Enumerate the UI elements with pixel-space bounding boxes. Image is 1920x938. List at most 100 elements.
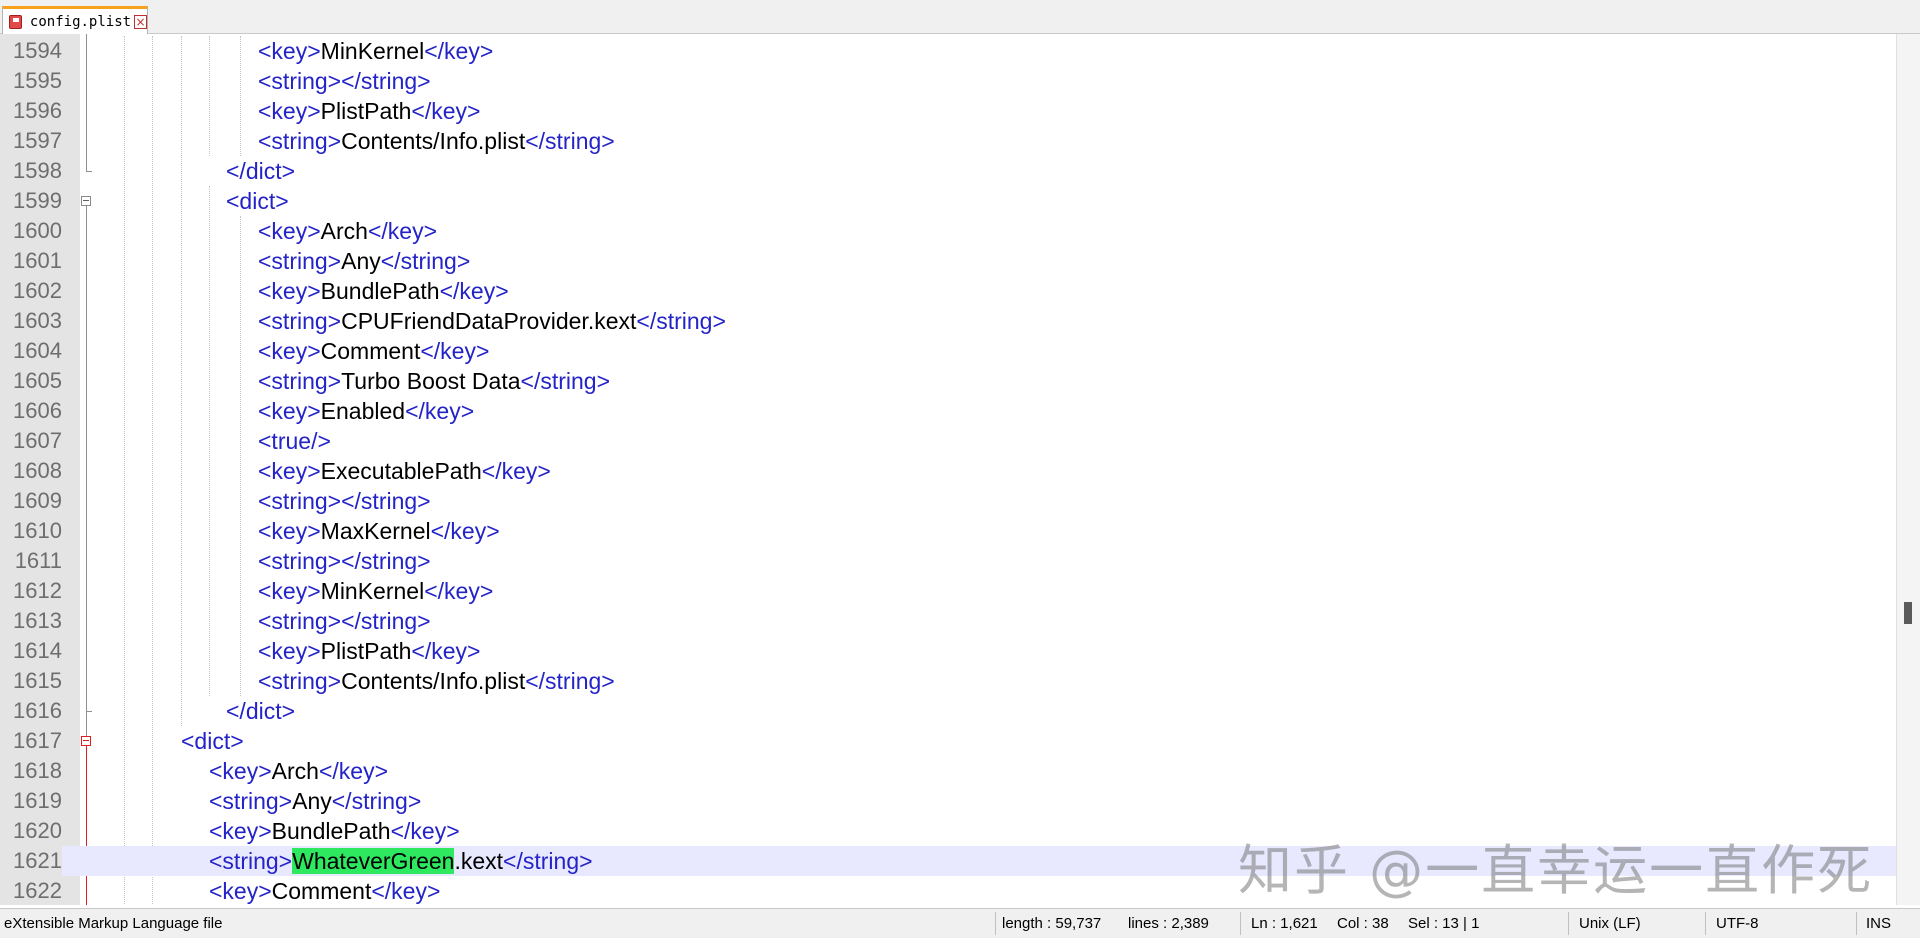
line-number: 1617 xyxy=(13,728,62,753)
xml-tag: </key> xyxy=(424,578,494,604)
xml-tag: <string> xyxy=(258,248,342,274)
code-line[interactable]: 1605 <string>Turbo Boost Data</string> xyxy=(0,366,1896,396)
line-number: 1607 xyxy=(13,428,62,453)
code-editor[interactable]: 1594 <key>MinKernel</key> 1595 <string></st… xyxy=(0,34,1920,905)
watermark: 知乎 @一直幸运一直作死 xyxy=(1238,839,1874,902)
code-line[interactable]: 1613 <string></string> xyxy=(0,606,1896,636)
code-text: <key>Comment</key> xyxy=(258,336,489,366)
code-line[interactable]: 1597 <string>Contents/Info.plist</string> xyxy=(0,126,1896,156)
xml-tag: <dict> xyxy=(226,188,289,214)
code-line[interactable]: 1598 </dict> xyxy=(0,156,1896,186)
code-text: <dict> xyxy=(181,726,244,756)
xml-tag: </string> xyxy=(331,788,422,814)
code-line[interactable]: 1611 <string></string> xyxy=(0,546,1896,576)
code-line[interactable]: 1599 <dict> xyxy=(0,186,1896,216)
code-line[interactable]: 1614 <key>PlistPath</key> xyxy=(0,636,1896,666)
code-text: <string></string> xyxy=(258,486,431,516)
xml-value: .kext xyxy=(454,848,504,874)
line-number: 1604 xyxy=(13,338,62,363)
xml-tag: <string></string> xyxy=(258,488,431,514)
xml-tag: </string> xyxy=(503,848,593,874)
code-line[interactable]: 1594 <key>MinKernel</key> xyxy=(0,36,1896,66)
code-text: <key>Arch</key> xyxy=(258,216,437,246)
code-text: </dict> xyxy=(226,156,295,186)
xml-value: Contents/Info.plist xyxy=(341,668,526,694)
code-line[interactable]: 1606 <key>Enabled</key> xyxy=(0,396,1896,426)
xml-tag: </key> xyxy=(430,518,500,544)
line-number: 1605 xyxy=(13,368,62,393)
xml-tag: </key> xyxy=(420,338,490,364)
code-text: <key>PlistPath</key> xyxy=(258,636,480,666)
close-tab-icon[interactable]: × xyxy=(134,14,147,29)
code-text: <string>Turbo Boost Data</string> xyxy=(258,366,610,396)
line-number: 1597 xyxy=(13,128,62,153)
line-number: 1621 xyxy=(0,846,62,876)
code-line[interactable]: 1618 <key>Arch</key> xyxy=(0,756,1896,786)
code-line[interactable]: 1602 <key>BundlePath</key> xyxy=(0,276,1896,306)
xml-tag: <key> xyxy=(258,38,321,64)
line-number: 1612 xyxy=(13,578,62,603)
xml-tag: <string> xyxy=(258,308,342,334)
line-number: 1610 xyxy=(13,518,62,543)
status-line-number: Ln : 1,621 xyxy=(1251,915,1318,932)
xml-tag: <key> xyxy=(258,278,321,304)
xml-value: Enabled xyxy=(320,398,406,424)
code-line[interactable]: 1601 <string>Any</string> xyxy=(0,246,1896,276)
xml-tag: </key> xyxy=(390,818,460,844)
tab-config-plist[interactable]: config.plist × xyxy=(2,6,148,34)
code-line[interactable]: 1616 </dict> xyxy=(0,696,1896,726)
line-number: 1609 xyxy=(13,488,62,513)
code-text: <string>Any</string> xyxy=(258,246,470,276)
line-number: 1594 xyxy=(13,38,62,63)
code-line[interactable]: 1600 <key>Arch</key> xyxy=(0,216,1896,246)
code-text: <string>Any</string> xyxy=(209,786,421,816)
xml-tag: <string></string> xyxy=(258,608,431,634)
code-text: <key>Enabled</key> xyxy=(258,396,474,426)
line-number: 1619 xyxy=(13,788,62,813)
code-line[interactable]: 1617 <dict> xyxy=(0,726,1896,756)
xml-value: Arch xyxy=(271,758,319,784)
xml-tag: <key> xyxy=(209,818,272,844)
line-number: 1616 xyxy=(13,698,62,723)
code-line[interactable]: 1612 <key>MinKernel</key> xyxy=(0,576,1896,606)
xml-value: Any xyxy=(292,788,332,814)
code-line[interactable]: 1603 <string>CPUFriendDataProvider.kext</… xyxy=(0,306,1896,336)
xml-tag: </key> xyxy=(367,218,437,244)
code-line[interactable]: 1619 <string>Any</string> xyxy=(0,786,1896,816)
code-text: <key>ExecutablePath</key> xyxy=(258,456,551,486)
code-line[interactable]: 1610 <key>MaxKernel</key> xyxy=(0,516,1896,546)
scrollbar-thumb[interactable] xyxy=(1904,602,1912,624)
line-number: 1602 xyxy=(13,278,62,303)
code-line[interactable]: 1608 <key>ExecutablePath</key> xyxy=(0,456,1896,486)
xml-tag: </string> xyxy=(636,308,726,334)
code-line[interactable]: 1604 <key>Comment</key> xyxy=(0,336,1896,366)
xml-value: BundlePath xyxy=(271,818,391,844)
code-text: <string>Contents/Info.plist</string> xyxy=(258,666,615,696)
line-number: 1596 xyxy=(13,98,62,123)
code-line[interactable]: 1596 <key>PlistPath</key> xyxy=(0,96,1896,126)
vertical-scrollbar[interactable] xyxy=(1896,34,1920,905)
xml-tag: <string> xyxy=(258,368,342,394)
code-line[interactable]: 1609 <string></string> xyxy=(0,486,1896,516)
xml-tag: </string> xyxy=(525,128,615,154)
code-line[interactable]: 1615 <string>Contents/Info.plist</string> xyxy=(0,666,1896,696)
xml-value: Turbo Boost Data xyxy=(341,368,521,394)
code-text: <string></string> xyxy=(258,546,431,576)
xml-value: PlistPath xyxy=(320,638,412,664)
line-number: 1620 xyxy=(13,818,62,843)
code-text: <key>BundlePath</key> xyxy=(258,276,509,306)
line-number: 1622 xyxy=(13,878,62,903)
xml-value: CPUFriendDataProvider.kext xyxy=(341,308,637,334)
code-line[interactable]: 1607 <true/> xyxy=(0,426,1896,456)
xml-value: Any xyxy=(341,248,381,274)
xml-value: MinKernel xyxy=(320,38,425,64)
code-line[interactable]: 1595 <string></string> xyxy=(0,66,1896,96)
line-number: 1599 xyxy=(13,188,62,213)
xml-tag: <key> xyxy=(258,98,321,124)
status-bar: eXtensible Markup Language file length :… xyxy=(0,908,1920,938)
xml-tag: </dict> xyxy=(226,158,296,184)
line-number: 1598 xyxy=(13,158,62,183)
code-text: </dict> xyxy=(226,696,295,726)
code-text: <key>Arch</key> xyxy=(209,756,388,786)
xml-value: MaxKernel xyxy=(320,518,431,544)
